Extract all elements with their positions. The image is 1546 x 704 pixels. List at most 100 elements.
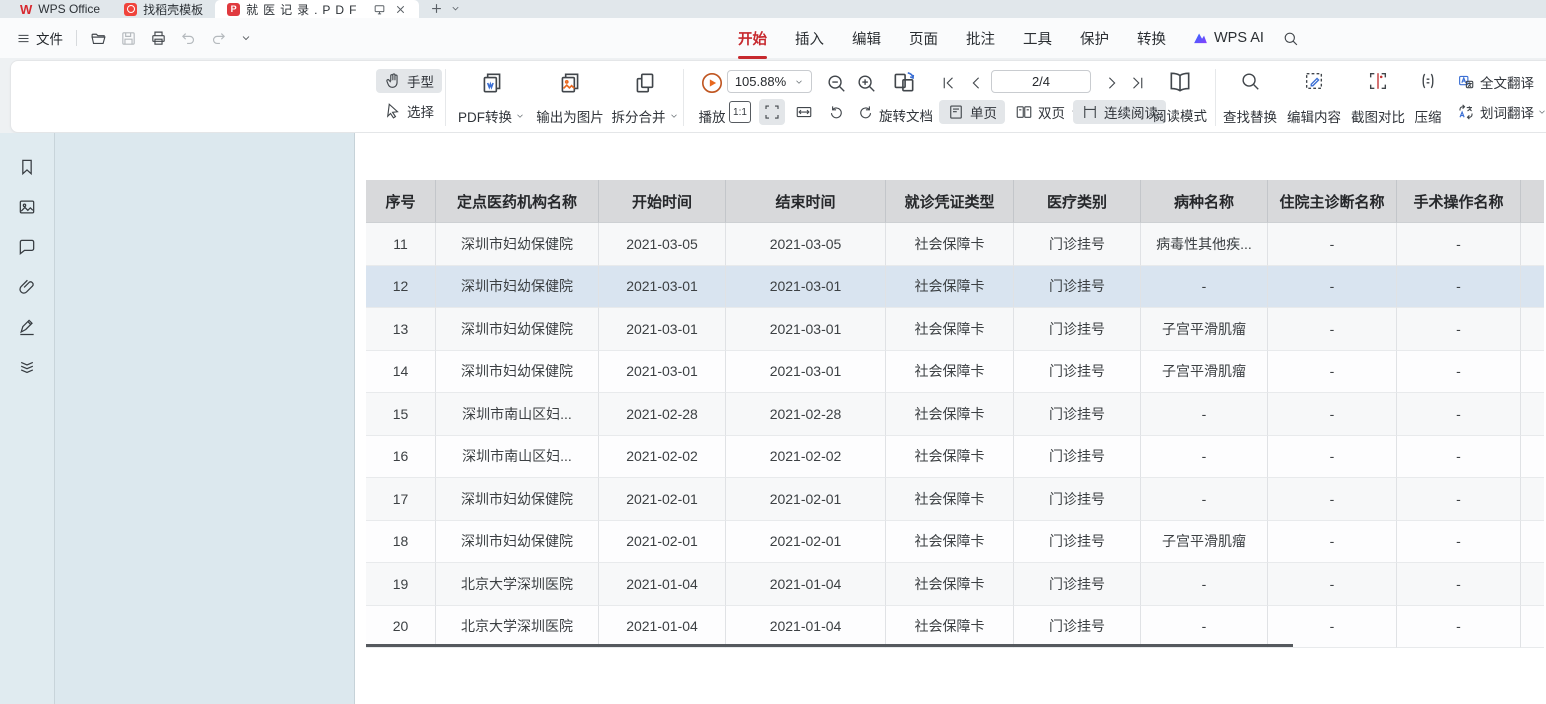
menu-home[interactable]: 开始 <box>724 28 781 49</box>
table-cell: 11 <box>366 223 436 266</box>
rotate-left-button[interactable] <box>827 103 845 121</box>
zoom-out-button[interactable] <box>825 72 847 94</box>
compress-icon <box>1417 70 1439 92</box>
fit-page-button[interactable] <box>759 99 785 125</box>
full-text-translate-button[interactable]: 全文翻译 <box>1457 72 1534 92</box>
compress-button[interactable]: 压缩 <box>1407 68 1449 128</box>
toolbar-divider <box>445 69 446 126</box>
tab-close-icon[interactable] <box>394 3 407 16</box>
thumbnail-icon[interactable] <box>17 197 37 217</box>
menu-tools[interactable]: 工具 <box>1009 28 1066 49</box>
table-cell: 18 <box>366 521 436 564</box>
tab-preview-icon[interactable] <box>373 3 386 16</box>
menu-search-icon[interactable] <box>1282 30 1299 47</box>
export-image-label: 输出为图片 <box>536 106 604 126</box>
more-commands-chevron-icon[interactable] <box>240 32 252 44</box>
read-mode-button[interactable]: 阅读模式 <box>1153 105 1207 125</box>
pdf-convert-button[interactable]: PDF转换 <box>454 68 529 128</box>
single-page-button[interactable]: 单页 <box>939 100 1005 124</box>
select-tool-button[interactable]: 选择 <box>376 99 442 123</box>
split-merge-icon <box>632 70 658 96</box>
page-number-input[interactable]: 2/4 <box>991 70 1091 93</box>
menu-page[interactable]: 页面 <box>895 28 952 49</box>
print-icon[interactable] <box>150 30 167 47</box>
zoom-in-button[interactable] <box>855 72 877 94</box>
toolbar-divider <box>1215 69 1216 126</box>
new-tab-icon[interactable] <box>429 1 444 16</box>
next-page-button[interactable] <box>1103 74 1119 90</box>
file-menu-button[interactable]: 文件 <box>16 28 63 48</box>
menu-comment[interactable]: 批注 <box>952 28 1009 49</box>
tab-medical-records-pdf[interactable]: P 就医记录.PDF <box>215 0 419 18</box>
tab-docer-templates[interactable]: 找稻壳模板 <box>112 0 215 18</box>
rotate-document-label-button[interactable]: 旋转文档 <box>879 105 933 125</box>
signature-icon[interactable] <box>17 317 37 337</box>
table-cell <box>1521 563 1544 606</box>
edit-content-icon <box>1303 70 1325 92</box>
hand-tool-button[interactable]: 手型 <box>376 69 442 93</box>
menu-protect[interactable]: 保护 <box>1066 28 1123 49</box>
rotate-right-button[interactable] <box>857 103 875 121</box>
save-icon[interactable] <box>120 30 137 47</box>
pdf-page[interactable]: 序号定点医药机构名称开始时间结束时间就诊凭证类型医疗类别病种名称住院主诊断名称手… <box>355 133 1546 704</box>
column-header: 住院主诊断名称 <box>1268 180 1397 223</box>
table-cell: 14 <box>366 351 436 394</box>
hand-icon <box>384 72 402 90</box>
first-page-button[interactable] <box>939 74 955 90</box>
tab-list-chevron-icon[interactable] <box>450 3 461 14</box>
attachment-icon[interactable] <box>17 277 37 297</box>
export-as-image-button[interactable]: 输出为图片 <box>529 68 611 128</box>
continuous-reading-label: 连续阅读 <box>1104 102 1158 122</box>
table-cell: - <box>1141 478 1268 521</box>
undo-icon[interactable] <box>180 30 197 47</box>
wps-ai-button[interactable]: WPS AI <box>1180 30 1276 47</box>
redo-icon[interactable] <box>210 30 227 47</box>
full-text-translate-label: 全文翻译 <box>1480 72 1534 92</box>
table-cell: - <box>1268 223 1397 266</box>
menu-insert[interactable]: 插入 <box>781 28 838 49</box>
zoom-level-dropdown[interactable]: 105.88% <box>727 70 812 93</box>
read-mode-icon-button[interactable] <box>1167 69 1193 95</box>
tab-wps-office[interactable]: W WPS Office <box>8 0 112 18</box>
divider <box>76 30 77 46</box>
table-cell: 2021-01-04 <box>726 563 886 606</box>
full-text-translate-icon <box>1457 73 1475 91</box>
table-cell: - <box>1268 266 1397 309</box>
column-header: 序号 <box>366 180 436 223</box>
find-replace-button[interactable]: 查找替换 <box>1219 68 1281 128</box>
edit-content-button[interactable]: 编辑内容 <box>1283 68 1345 128</box>
table-cell: - <box>1141 563 1268 606</box>
table-cell: 门诊挂号 <box>1014 563 1141 606</box>
table-cell <box>1521 436 1544 479</box>
menu-convert[interactable]: 转换 <box>1123 28 1180 49</box>
pdf-convert-label: PDF转换 <box>458 106 512 126</box>
last-page-button[interactable] <box>1129 74 1145 90</box>
table-cell: 2021-02-28 <box>599 393 726 436</box>
table-cell: 深圳市妇幼保健院 <box>436 223 599 266</box>
table-cell <box>1521 478 1544 521</box>
wps-ai-label: WPS AI <box>1214 30 1264 46</box>
bookmark-icon[interactable] <box>17 157 37 177</box>
fit-width-button[interactable] <box>791 99 817 125</box>
screenshot-compare-button[interactable]: 截图对比 <box>1347 68 1409 128</box>
layers-icon[interactable] <box>17 357 37 377</box>
split-merge-label: 拆分合并 <box>612 106 666 126</box>
export-image-icon <box>557 70 583 96</box>
actual-size-button[interactable]: 1:1 <box>729 101 751 123</box>
fit-width-icon <box>795 103 813 121</box>
table-cell: 2021-01-04 <box>726 606 886 649</box>
select-tool-label: 选择 <box>407 101 434 121</box>
table-cell: - <box>1268 393 1397 436</box>
column-header <box>1521 180 1544 223</box>
split-merge-button[interactable]: 拆分合并 <box>611 68 679 128</box>
navigation-panel[interactable] <box>55 133 355 704</box>
table-cell: 深圳市南山区妇... <box>436 393 599 436</box>
table-cell: 深圳市妇幼保健院 <box>436 308 599 351</box>
word-translate-button[interactable]: 划词翻译 <box>1457 102 1546 122</box>
rotate-document-button[interactable] <box>891 69 917 95</box>
records-table: 序号定点医药机构名称开始时间结束时间就诊凭证类型医疗类别病种名称住院主诊断名称手… <box>366 180 1544 648</box>
open-file-icon[interactable] <box>90 30 107 47</box>
previous-page-button[interactable] <box>967 74 983 90</box>
menu-edit[interactable]: 编辑 <box>838 28 895 49</box>
comment-icon[interactable] <box>17 237 37 257</box>
